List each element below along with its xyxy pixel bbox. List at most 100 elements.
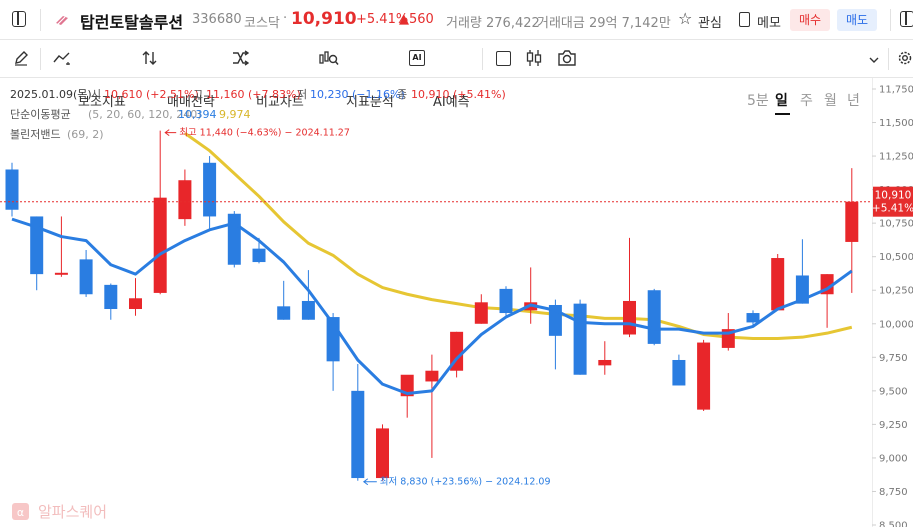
price-chart[interactable]: 11,75011,50011,25011,00010,75010,50010,2… (0, 78, 913, 527)
arrow-left-icon (362, 478, 377, 486)
candle-body (5, 169, 19, 210)
volume: 거래량 276,422 (446, 16, 540, 31)
candle (474, 294, 488, 324)
candle-body (697, 342, 711, 410)
separator-dot: · (283, 11, 288, 26)
candle-body (598, 359, 612, 366)
candle (524, 267, 538, 324)
candle (376, 424, 389, 481)
memo-icon[interactable] (739, 12, 750, 27)
candle (129, 278, 142, 316)
candle (104, 283, 118, 320)
buy-button[interactable]: 매수 (790, 9, 830, 31)
candle (351, 364, 365, 481)
candles (5, 130, 859, 481)
star-icon[interactable]: ☆ (678, 9, 692, 28)
max-price-label: 최고 11,440 (−4.63%) − 2024.11.27 (179, 128, 350, 139)
divider (888, 48, 889, 70)
arrow-left-icon (164, 129, 177, 136)
stock-name: 탑런토탈솔루션 (80, 13, 184, 32)
min-price-annotation: 최저 8,830 (+23.56%) − 2024.12.09 (362, 477, 551, 488)
candle (227, 211, 241, 268)
sidebar-toggle-icon[interactable] (12, 11, 26, 27)
ma20-value: 9,974 (219, 108, 251, 121)
ai-icon[interactable]: AI (409, 50, 425, 66)
candle (771, 254, 785, 311)
legend-date: 2025.01.09(목) (10, 88, 92, 101)
candle-body (277, 306, 291, 320)
candle-body (153, 197, 167, 293)
trading-amount: 거래대금 29억 7,142만 (537, 16, 671, 31)
candlestick-icon[interactable] (525, 49, 543, 67)
change-amount: ▲560 (399, 12, 434, 27)
panel-toggle-icon[interactable] (900, 11, 913, 27)
watermark-text: 알파스퀘어 (38, 503, 107, 521)
candle-body (227, 213, 241, 265)
current-price-tag-percent: +5.41% (872, 203, 913, 215)
svg-text:단순이동평균 (5, 20, 60, 120,: 단순이동평균 (5, 20, 60, 120, 240) 10,394 9,97… (10, 108, 251, 121)
ma5-value: 10,394 (178, 108, 217, 121)
candle-body (129, 298, 142, 310)
svg-text:2025.01.09(목) 시 10: 2025.01.09(목) 시 10,610 (+2.51%) 고 11,160… (10, 88, 506, 101)
candle (598, 341, 612, 375)
current-price-tag-price: 10,910 (875, 190, 912, 202)
ma-legend-label: 단순이동평균 (10, 108, 71, 121)
y-tick-label: 9,000 (879, 453, 908, 464)
candle-body (104, 284, 118, 310)
max-price-annotation: 최고 11,440 (−4.63%) − 2024.11.27 (164, 128, 350, 139)
watchlist-button[interactable]: 관심 (698, 12, 722, 31)
candle-body (301, 300, 315, 320)
strategy-icon[interactable] (142, 50, 158, 66)
candle (573, 299, 587, 375)
indicator-icon[interactable] (53, 51, 71, 65)
y-tick-label: 11,500 (879, 118, 913, 129)
candle (672, 354, 686, 386)
candle-body (771, 258, 785, 311)
square-icon[interactable] (496, 51, 511, 66)
y-tick-label: 10,750 (879, 219, 913, 230)
current-price: 10,910 (291, 9, 357, 29)
legend-open-label: 시 (91, 88, 101, 101)
divider (890, 9, 891, 31)
candle-body (425, 370, 439, 382)
candle (400, 374, 414, 418)
candle (5, 162, 19, 217)
candle-body (203, 162, 217, 217)
divider (40, 9, 41, 31)
candle-body (351, 390, 365, 479)
candle-body (845, 201, 859, 242)
price-axis: 11,75011,50011,25011,00010,75010,50010,2… (872, 85, 913, 527)
candle-body (54, 272, 68, 275)
compare-icon[interactable] (232, 50, 249, 66)
min-price-label: 최저 8,830 (+23.56%) − 2024.12.09 (380, 477, 551, 488)
candle-body (746, 313, 760, 323)
price-axis-border (872, 78, 873, 527)
analysis-icon[interactable] (319, 49, 339, 67)
legend-low: 10,230 (−1.16%) (310, 88, 405, 101)
legend-low-label: 저 (297, 88, 307, 101)
legend-high: 11,160 (+7.83%) (206, 88, 301, 101)
legend-high-label: 고 (193, 88, 203, 101)
candle (203, 156, 217, 230)
y-tick-label: 8,750 (879, 487, 908, 498)
svg-text:α: α (17, 506, 24, 519)
camera-icon[interactable] (557, 50, 577, 66)
candle (79, 249, 93, 297)
candle (795, 239, 809, 304)
candle (647, 288, 661, 346)
candle (178, 169, 192, 226)
memo-button[interactable]: 메모 (757, 12, 781, 31)
y-tick-label: 8,500 (879, 521, 908, 527)
divider (482, 48, 483, 70)
bollinger-legend-params: (69, 2) (67, 128, 104, 141)
candle-body (499, 288, 513, 314)
y-tick-label: 11,750 (879, 85, 913, 96)
y-tick-label: 10,000 (879, 319, 913, 330)
candle-body (178, 180, 192, 220)
candle (820, 274, 834, 328)
pencil-icon[interactable] (13, 50, 29, 66)
gear-icon[interactable] (897, 50, 913, 66)
svg-text:볼린저밴드 (69, 2): 볼린저밴드 (69, 2) (10, 128, 104, 141)
sell-button[interactable]: 매도 (837, 9, 877, 31)
chevron-down-icon[interactable] (869, 57, 879, 63)
